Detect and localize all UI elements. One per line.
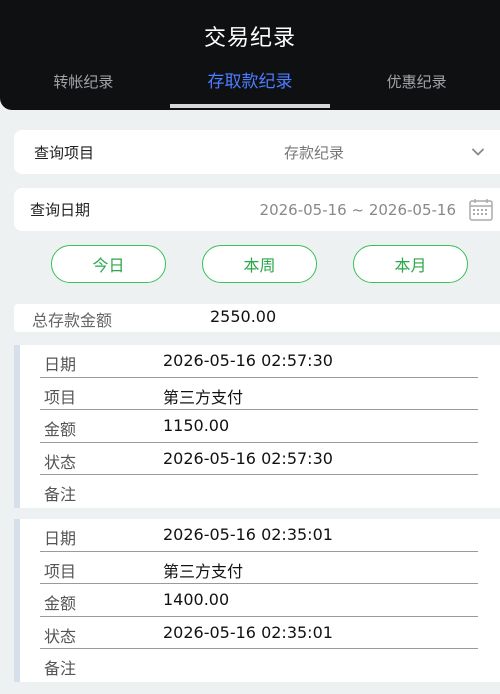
tab-bar: 转帐纪录 存取款纪录 优惠纪录 (0, 68, 500, 110)
record-key: 状态 (44, 626, 77, 646)
record-row-amount: 金额 1150.00 (40, 410, 478, 443)
record-row-status: 状态 2026-05-16 02:57:30 (40, 443, 478, 476)
record-card: 日期 2026-05-16 02:35:01 项目 第三方支付 金额 1400.… (14, 519, 500, 682)
record-row-amount: 金额 1400.00 (40, 584, 478, 617)
query-date-label: 查询日期 (30, 201, 91, 219)
record-row-date: 日期 2026-05-16 02:57:30 (40, 345, 478, 378)
record-key: 项目 (44, 387, 77, 407)
record-value: 1400.00 (163, 590, 230, 610)
record-key: 状态 (44, 452, 77, 472)
this-week-button[interactable]: 本周 (202, 245, 317, 283)
header: 交易纪录 转帐纪录 存取款纪录 优惠纪录 (0, 0, 500, 110)
calendar-icon[interactable] (468, 197, 494, 227)
record-key: 金额 (44, 420, 77, 440)
record-value: 1150.00 (163, 416, 230, 436)
this-month-button[interactable]: 本月 (353, 245, 468, 283)
total-deposit-bar: 总存款金额 2550.00 (14, 304, 500, 332)
record-value: 2026-05-16 02:57:30 (163, 351, 333, 370)
record-key: 备注 (44, 485, 77, 505)
record-value: 第三方支付 (163, 561, 244, 581)
query-item-select[interactable]: 查询项目 存款纪录 (14, 130, 500, 174)
record-row-note: 备注 (40, 649, 478, 682)
date-range-value[interactable]: 2026-05-16 ~ 2026-05-16 (260, 201, 456, 219)
tab-deposit-withdraw-records[interactable]: 存取款纪录 (167, 68, 334, 110)
record-key: 项目 (44, 561, 77, 581)
total-deposit-label: 总存款金额 (32, 311, 113, 330)
record-key: 备注 (44, 659, 77, 679)
record-row-item: 项目 第三方支付 (40, 552, 478, 585)
record-row-note: 备注 (40, 475, 478, 508)
record-card: 日期 2026-05-16 02:57:30 项目 第三方支付 金额 1150.… (14, 345, 500, 508)
page-title: 交易纪录 (203, 26, 296, 51)
tab-promotion-records[interactable]: 优惠纪录 (333, 68, 500, 110)
today-button[interactable]: 今日 (51, 245, 166, 283)
query-date-field[interactable]: 查询日期 2026-05-16 ~ 2026-05-16 (14, 188, 500, 231)
record-value: 2026-05-16 02:35:01 (163, 525, 333, 544)
query-item-label: 查询项目 (34, 143, 95, 162)
record-row-status: 状态 2026-05-16 02:35:01 (40, 617, 478, 650)
record-key: 日期 (44, 355, 77, 374)
record-row-item: 项目 第三方支付 (40, 378, 478, 411)
record-value: 2026-05-16 02:35:01 (163, 622, 333, 642)
chevron-down-icon (470, 144, 486, 164)
query-item-value: 存款纪录 (284, 143, 345, 162)
record-value: 第三方支付 (163, 387, 244, 407)
record-value: 2026-05-16 02:57:30 (163, 448, 333, 468)
total-deposit-value: 2550.00 (210, 307, 277, 326)
tab-transfer-records[interactable]: 转帐纪录 (0, 68, 167, 110)
record-key: 日期 (44, 529, 77, 548)
record-key: 金额 (44, 594, 77, 614)
record-row-date: 日期 2026-05-16 02:35:01 (40, 519, 478, 552)
